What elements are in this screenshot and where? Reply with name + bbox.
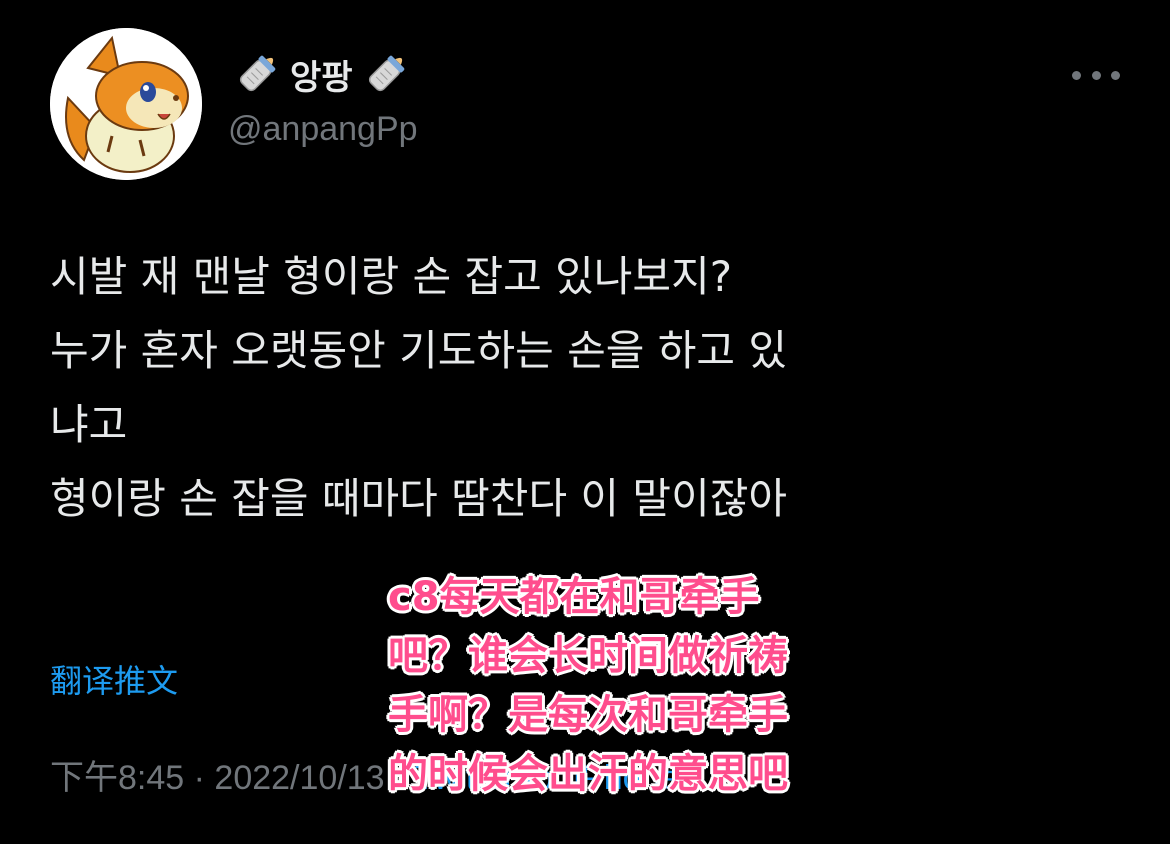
- dot-icon: [1091, 70, 1101, 80]
- more-options-icon[interactable]: [1072, 66, 1120, 84]
- translation-overlay: c8每天都在和哥牵手 吧？谁会长时间做祈祷 手啊？是每次和哥牵手 的时候会出汗的…: [388, 568, 908, 804]
- tweet-line: 시발 재 맨날 형이랑 손 잡고 있나보지?: [50, 252, 732, 301]
- tweet-text: 시발 재 맨날 형이랑 손 잡고 있나보지? 누가 혼자 오랫동안 기도하는 손…: [50, 240, 1140, 536]
- dot-icon: [1072, 70, 1081, 80]
- tweet-line: 누가 혼자 오랫동안 기도하는 손을 하고 있: [50, 326, 787, 375]
- overlay-line: 吧？谁会长时间做祈祷: [388, 633, 788, 679]
- tweet-date[interactable]: 2022/10/13: [214, 759, 384, 797]
- user-name-row[interactable]: 앙팡: [228, 46, 415, 102]
- meta-separator: ·: [193, 759, 205, 797]
- translate-tweet-link[interactable]: 翻译推文: [50, 656, 178, 702]
- avatar[interactable]: [50, 28, 202, 180]
- tweet-line: 냐고: [50, 400, 128, 449]
- hamster-avatar-icon: [50, 28, 202, 180]
- overlay-line: 手啊？是每次和哥牵手: [388, 692, 788, 738]
- user-handle[interactable]: @anpangPp: [228, 110, 418, 149]
- dot-icon: [1111, 70, 1120, 80]
- display-name[interactable]: 앙팡: [290, 50, 353, 99]
- overlay-line: c8每天都在和哥牵手: [388, 574, 760, 620]
- tweet-line: 형이랑 손 잡을 때마다 땀찬다 이 말이잖아: [50, 474, 787, 523]
- baby-bottle-icon: [228, 47, 286, 101]
- tweet-time[interactable]: 下午8:45: [50, 759, 184, 797]
- overlay-line: 的时候会出汗的意思吧: [388, 751, 788, 797]
- baby-bottle-icon: [357, 47, 415, 101]
